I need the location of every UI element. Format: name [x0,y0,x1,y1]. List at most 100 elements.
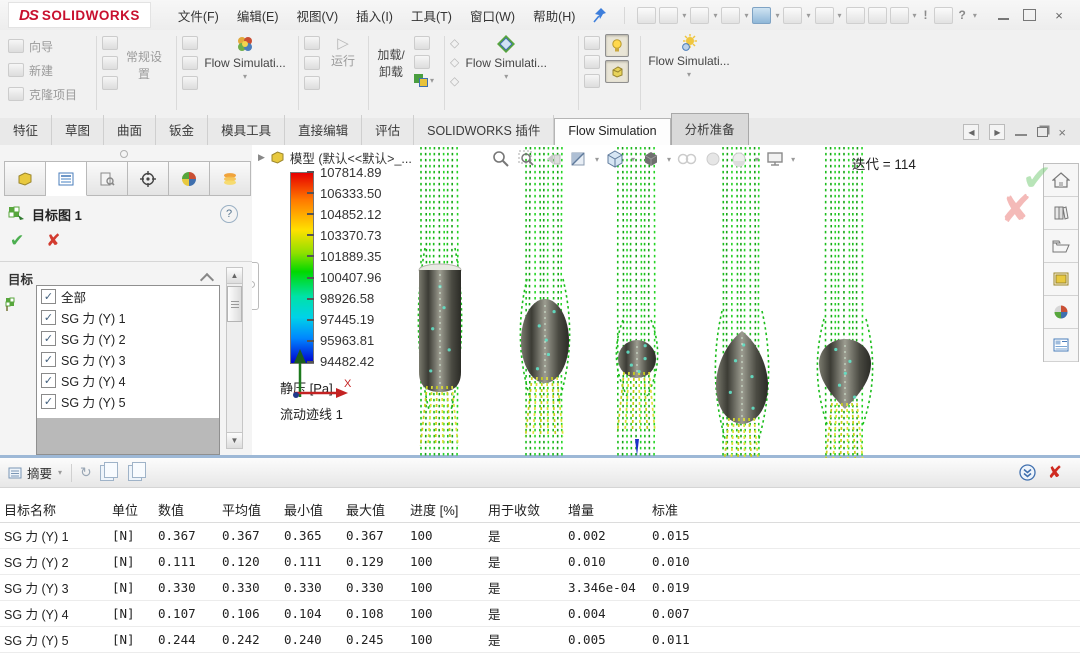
part-visibility-toggle[interactable] [605,60,629,83]
viewport-tree-label[interactable]: ▶ 模型 (默认<<默认>_... [258,148,412,167]
table-row[interactable]: SG 力 (Y) 5 [N] 0.244 0.242 0.240 0.245 1… [0,627,1080,653]
display-style-icon[interactable] [640,149,662,169]
help-icon[interactable]: ? [220,205,238,223]
run-opt-icon-3[interactable] [304,76,320,90]
run-button[interactable]: ▷ 运行 [326,34,360,114]
options-grid-icon[interactable] [868,7,887,24]
hide-show-items-icon[interactable] [676,149,698,169]
command-tab[interactable]: 草图 [52,115,104,145]
column-header[interactable]: 最小值 [280,500,342,519]
tab-scroll-right-icon[interactable]: ▶ [989,124,1005,140]
scroll-thumb[interactable] [227,286,242,322]
table-row[interactable]: SG 力 (Y) 4 [N] 0.107 0.106 0.104 0.108 1… [0,601,1080,627]
command-tab[interactable]: 曲面 [104,115,156,145]
cancel-button[interactable]: ✘ [46,231,60,251]
general-settings-button[interactable]: 常规设置 [124,34,164,114]
flow-simulation-dropdown-3[interactable]: Flow Simulati... ▾ [646,34,732,79]
menu-item[interactable]: 窗口(W) [461,2,524,29]
panel-splitter-handle[interactable] [252,262,259,310]
checkbox-icon[interactable]: ✓ [41,394,56,409]
minimize-button[interactable] [998,18,1009,20]
pane-restore-icon[interactable] [1037,127,1048,137]
home-icon[interactable] [637,7,656,24]
tab-scroll-left-icon[interactable]: ◀ [963,124,979,140]
goal-checkbox-item[interactable]: ✓ SG 力 (Y) 5 [37,391,219,412]
command-tab[interactable]: Flow Simulation [554,118,670,145]
results-icon-1[interactable] [414,36,430,50]
feedback-icon[interactable]: ! [921,8,931,22]
results-icon-2[interactable] [414,55,430,69]
command-tab[interactable]: 分析准备 [671,113,749,145]
close-button[interactable]: × [1050,8,1068,23]
command-tab[interactable]: 钣金 [156,115,208,145]
plot-icon-2[interactable] [584,55,600,69]
maximize-button[interactable] [1023,9,1036,21]
zoom-area-icon[interactable] [516,149,538,169]
table-row[interactable]: SG 力 (Y) 1 [N] 0.367 0.367 0.365 0.367 1… [0,523,1080,549]
tab-feature-manager[interactable] [4,161,46,196]
mesh-icon[interactable] [182,36,198,50]
command-tab[interactable]: 直接编辑 [285,115,362,145]
table-row[interactable]: SG 力 (Y) 2 [N] 0.111 0.120 0.111 0.129 1… [0,549,1080,575]
diamond-icon-3[interactable]: ◇ [450,74,459,88]
settings-icon-2[interactable] [102,56,118,70]
plot-icon-1[interactable] [584,36,600,50]
column-header[interactable]: 目标名称 [0,500,108,519]
pane-minimize-icon[interactable] [1015,134,1027,136]
goal-checkbox-item[interactable]: ✓ SG 力 (Y) 3 [37,349,219,370]
column-header[interactable]: 最大值 [342,500,406,519]
settings-icon-1[interactable] [102,36,118,50]
previous-view-icon[interactable] [542,149,564,169]
menu-item[interactable]: 帮助(H) [524,2,584,29]
goal-checkbox-item[interactable]: ✓ SG 力 (Y) 2 [37,328,219,349]
open-icon[interactable] [690,7,709,24]
ok-button[interactable]: ✔ [10,231,24,251]
tab-property-manager[interactable] [46,161,87,196]
copy-table-icon[interactable] [128,465,142,481]
checkbox-icon[interactable]: ✓ [41,331,56,346]
command-tab[interactable]: SOLIDWORKS 插件 [414,115,554,145]
close-panel-icon[interactable]: ✘ [1048,463,1062,483]
diamond-icon-1[interactable]: ◇ [450,36,459,50]
panel-scrollbar[interactable]: ▲ ▼ [226,267,243,449]
settings-gear-icon[interactable] [890,7,909,24]
column-header[interactable]: 标准 [648,500,718,519]
summary-dropdown[interactable]: 摘要 ▾ [8,463,63,482]
table-row[interactable]: SG 力 (Y) 3 [N] 0.330 0.330 0.330 0.330 1… [0,575,1080,601]
column-header[interactable]: 单位 [108,500,154,519]
tab-display-manager[interactable] [169,161,210,196]
scroll-down-icon[interactable]: ▼ [227,432,242,448]
checkbox-icon[interactable]: ✓ [41,310,56,325]
view-orientation-icon[interactable] [604,149,626,169]
undo-icon[interactable] [783,7,802,24]
run-opt-icon-2[interactable] [304,56,320,70]
tab-flow-simulation-tree[interactable] [210,161,251,196]
menu-item[interactable]: 视图(V) [287,2,347,29]
column-header[interactable]: 数值 [154,500,218,519]
goal-checkbox-item[interactable]: ✓ 全部 [37,286,219,307]
goal-checkbox-item[interactable]: ✓ SG 力 (Y) 1 [37,307,219,328]
apply-scene-icon[interactable] [728,149,750,169]
print-icon[interactable] [752,7,771,24]
clone-project-button[interactable]: 克隆项目 [8,82,92,106]
help-icon[interactable]: ? [956,8,969,22]
expand-arrow-icon[interactable]: ▶ [258,152,265,163]
command-tab[interactable]: 特征 [0,115,52,145]
column-header[interactable]: 用于收敛 [484,500,564,519]
pane-close-icon[interactable]: × [1058,125,1066,140]
view-settings-icon[interactable] [764,149,786,169]
edit-appearance-icon[interactable] [702,149,724,169]
menu-item[interactable]: 工具(T) [402,2,461,29]
new-document-icon[interactable] [659,7,678,24]
command-tab[interactable]: 模具工具 [208,115,285,145]
pin-menu-icon[interactable] [590,5,610,25]
save-icon[interactable] [721,7,740,24]
plot-icon-3[interactable] [584,74,600,88]
column-header[interactable]: 增量 [564,500,648,519]
lightbulb-toggle[interactable] [605,34,629,57]
column-header[interactable]: 平均值 [218,500,280,519]
section-view-icon[interactable] [568,149,590,169]
run-opt-icon-1[interactable] [304,36,320,50]
goals-icon[interactable] [182,76,198,90]
attach-icon[interactable] [846,7,865,24]
